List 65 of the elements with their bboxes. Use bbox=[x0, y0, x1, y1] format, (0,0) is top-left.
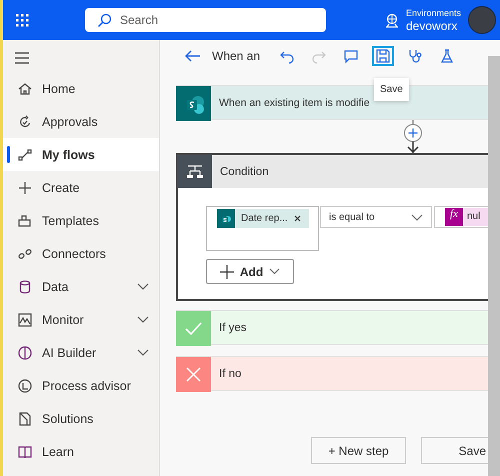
environment-name[interactable]: devoworx bbox=[406, 18, 468, 32]
book-icon bbox=[17, 444, 33, 460]
search-field[interactable]: Search bbox=[85, 8, 326, 32]
function-symbol: fx bbox=[445, 208, 463, 226]
flask-icon bbox=[439, 48, 456, 64]
condition-icon bbox=[184, 162, 204, 180]
no-branch-card[interactable]: If no bbox=[176, 356, 488, 391]
condition-header[interactable]: Condition bbox=[178, 155, 488, 188]
save-icon bbox=[375, 48, 392, 64]
tooltip: Save bbox=[374, 78, 409, 101]
app-launcher-icon[interactable] bbox=[16, 14, 29, 26]
search-icon bbox=[97, 13, 112, 28]
stethoscope-icon bbox=[407, 48, 424, 64]
chevron-down-icon bbox=[269, 268, 280, 275]
comment-icon bbox=[343, 48, 360, 64]
chevron-down-icon[interactable] bbox=[137, 283, 149, 290]
menu-icon[interactable] bbox=[15, 52, 29, 64]
document-icon bbox=[17, 410, 33, 426]
environments-label: Environments bbox=[406, 8, 462, 18]
chevron-down-icon[interactable] bbox=[137, 316, 149, 323]
sidebar-item[interactable]: Monitor bbox=[3, 303, 159, 336]
brain-icon bbox=[17, 344, 33, 360]
sidebar-item[interactable]: Learn bbox=[3, 435, 159, 468]
sidebar-item[interactable]: Connectors bbox=[3, 237, 159, 270]
cylinder-icon bbox=[17, 278, 33, 294]
flow-name: When an bbox=[212, 49, 260, 63]
condition-title: Condition bbox=[220, 166, 269, 178]
plus-icon bbox=[220, 264, 234, 278]
sidebar-item[interactable]: Approvals bbox=[3, 105, 159, 138]
chevron-down-icon[interactable] bbox=[137, 349, 149, 356]
chart-icon bbox=[17, 312, 33, 328]
sidebar-item[interactable]: AI Builder bbox=[3, 336, 159, 369]
sidebar-item[interactable]: Home bbox=[3, 72, 159, 105]
plus-icon bbox=[17, 180, 33, 196]
add-step-connector[interactable] bbox=[403, 120, 423, 153]
circular-arrow-icon bbox=[17, 114, 33, 130]
save-button[interactable]: Save bbox=[421, 437, 491, 464]
toolbar-button[interactable] bbox=[372, 46, 394, 66]
sharepoint-icon bbox=[221, 214, 231, 224]
templates-icon bbox=[17, 212, 33, 228]
chevron-down-icon bbox=[411, 214, 423, 220]
sidebar-item[interactable]: Process advisor bbox=[3, 369, 159, 402]
selection-indicator bbox=[7, 146, 10, 163]
home-icon bbox=[17, 80, 33, 96]
trigger-title: When an existing item is modifie bbox=[219, 96, 370, 108]
sidebar-item[interactable]: My flows bbox=[3, 138, 159, 171]
avatar[interactable] bbox=[468, 6, 496, 34]
sidebar-item[interactable]: Solutions bbox=[3, 402, 159, 435]
close-icon bbox=[184, 365, 203, 384]
add-button[interactable]: Add bbox=[206, 259, 294, 284]
dynamic-content-token[interactable]: Date rep... bbox=[217, 209, 309, 228]
new-step-button[interactable]: + New step bbox=[311, 437, 406, 464]
condition-value-field[interactable]: Date rep... bbox=[206, 206, 319, 251]
process-icon bbox=[17, 378, 33, 394]
yes-branch-card[interactable]: If yes bbox=[176, 310, 488, 345]
scrollbar[interactable] bbox=[488, 56, 500, 476]
remove-icon[interactable] bbox=[294, 215, 301, 222]
operator-dropdown[interactable]: is equal to bbox=[320, 206, 432, 228]
sidebar-item[interactable]: Data bbox=[3, 270, 159, 303]
expression-token[interactable]: fx nul bbox=[434, 206, 488, 228]
sidebar-item[interactable]: Templates bbox=[3, 204, 159, 237]
environment-icon[interactable] bbox=[384, 12, 400, 28]
sidebar-item[interactable]: Create bbox=[3, 171, 159, 204]
flow-icon bbox=[17, 146, 33, 162]
back-arrow-icon[interactable] bbox=[184, 49, 200, 63]
